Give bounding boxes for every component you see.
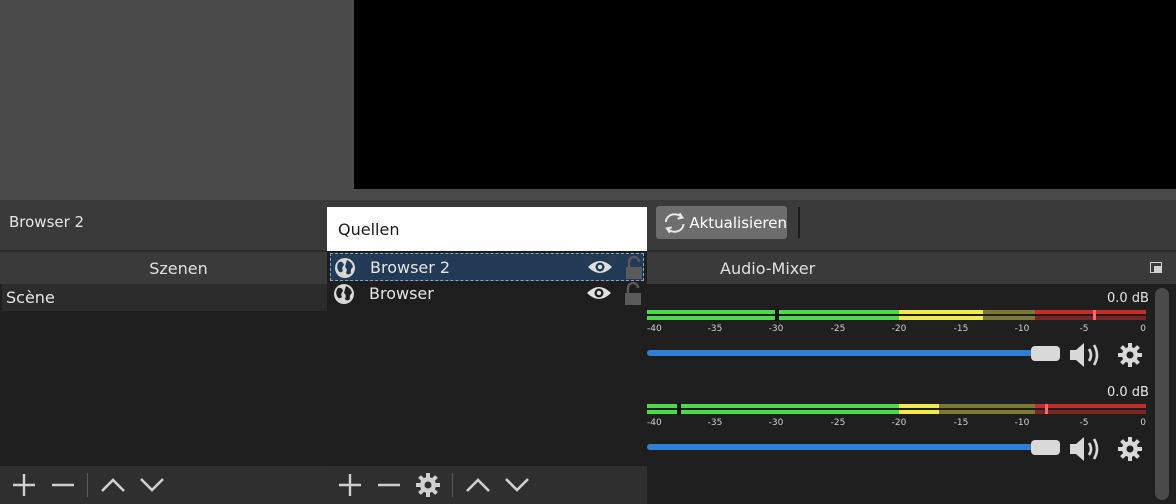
scale-tick: -25: [830, 324, 846, 334]
toolbar-separator: [87, 473, 88, 497]
scale-tick: -5: [1079, 418, 1089, 428]
context-separator: [798, 207, 800, 238]
scale-tick: -40: [647, 324, 662, 334]
toolbar-separator: [452, 473, 453, 497]
channel-db-label: 0.0 dB: [1107, 385, 1149, 400]
mixer-header: Audio-Mixer: [647, 252, 1176, 284]
volume-slider[interactable]: [647, 350, 1045, 356]
source-item-label: Browser: [369, 284, 434, 303]
context-source-name: Browser 2: [9, 213, 85, 231]
scale-tick: 0: [1140, 418, 1146, 428]
move-source-up-button[interactable]: [458, 466, 497, 504]
globe-icon: [335, 258, 355, 278]
add-source-button[interactable]: [330, 466, 369, 504]
gear-icon: [415, 473, 440, 497]
meter-scale: -40 -35 -30 -25 -20 -15 -10 -5 0: [647, 416, 1146, 428]
chevron-up-icon: [100, 478, 125, 492]
source-properties-button[interactable]: [408, 466, 447, 504]
scale-tick: -35: [707, 418, 723, 428]
gear-icon[interactable]: [1117, 342, 1143, 368]
scale-tick: -20: [891, 324, 907, 334]
scale-tick: -40: [647, 418, 662, 428]
source-item-label: Browser 2: [370, 258, 451, 277]
minus-icon: [377, 483, 400, 487]
speaker-icon[interactable]: [1068, 434, 1104, 464]
eye-icon[interactable]: [587, 259, 613, 275]
speaker-icon[interactable]: [1068, 340, 1104, 370]
scale-tick: -15: [953, 324, 969, 334]
float-icon[interactable]: [1150, 262, 1162, 273]
volume-slider[interactable]: [647, 444, 1045, 450]
scenes-header: Szenen: [0, 252, 357, 284]
sources-toolbar: [327, 466, 647, 504]
sources-title: Quellen: [338, 220, 400, 239]
chevron-up-icon: [465, 478, 490, 492]
scene-item-label: Scène: [6, 288, 55, 307]
mixer-scrollbar[interactable]: [1155, 288, 1169, 500]
gear-icon[interactable]: [1117, 436, 1143, 462]
refresh-label: Aktualisieren: [689, 213, 787, 232]
scale-tick: -10: [1014, 418, 1030, 428]
volume-slider-handle[interactable]: [1031, 346, 1060, 361]
scale-tick: -5: [1079, 324, 1089, 334]
scale-tick: -30: [768, 418, 784, 428]
scale-tick: -20: [891, 418, 907, 428]
scenes-list[interactable]: Scène: [0, 284, 327, 466]
globe-icon: [334, 284, 354, 304]
meter-scale: -40 -35 -30 -25 -20 -15 -10 -5 0: [647, 322, 1146, 334]
source-item-browser-2[interactable]: Browser 2: [330, 253, 644, 281]
scale-tick: -15: [953, 418, 969, 428]
lock-icon[interactable]: [623, 282, 643, 306]
move-source-down-button[interactable]: [497, 466, 536, 504]
preview-canvas[interactable]: [354, 0, 1176, 189]
refresh-button[interactable]: Aktualisieren: [656, 206, 787, 239]
chevron-down-icon: [504, 478, 529, 492]
chevron-down-icon: [139, 478, 164, 492]
eye-icon[interactable]: [586, 285, 612, 301]
source-item-browser[interactable]: Browser: [330, 280, 644, 308]
scale-tick: -35: [707, 324, 723, 334]
move-scene-up-button[interactable]: [93, 466, 132, 504]
plus-icon: [12, 474, 35, 496]
sources-header: Quellen: [327, 207, 647, 251]
volume-slider-handle[interactable]: [1031, 440, 1060, 455]
scenes-toolbar: [0, 466, 327, 504]
sources-list[interactable]: Browser 2 Browser: [327, 251, 647, 466]
scale-tick: 0: [1140, 324, 1146, 334]
remove-source-button[interactable]: [369, 466, 408, 504]
move-scene-down-button[interactable]: [132, 466, 171, 504]
channel-db-label: 0.0 dB: [1107, 291, 1149, 306]
lock-icon[interactable]: [624, 256, 644, 280]
scale-tick: -30: [768, 324, 784, 334]
remove-scene-button[interactable]: [43, 466, 82, 504]
scenes-title: Szenen: [149, 258, 208, 278]
mixer-title: Audio-Mixer: [720, 258, 816, 278]
scene-item[interactable]: Scène: [2, 284, 327, 311]
channel-meter: [647, 309, 1146, 321]
channel-meter: [647, 403, 1146, 415]
scale-tick: -10: [1014, 324, 1030, 334]
plus-icon: [338, 474, 361, 496]
scale-tick: -25: [830, 418, 846, 428]
add-scene-button[interactable]: [4, 466, 43, 504]
refresh-icon: [664, 212, 685, 233]
minus-icon: [51, 483, 74, 487]
